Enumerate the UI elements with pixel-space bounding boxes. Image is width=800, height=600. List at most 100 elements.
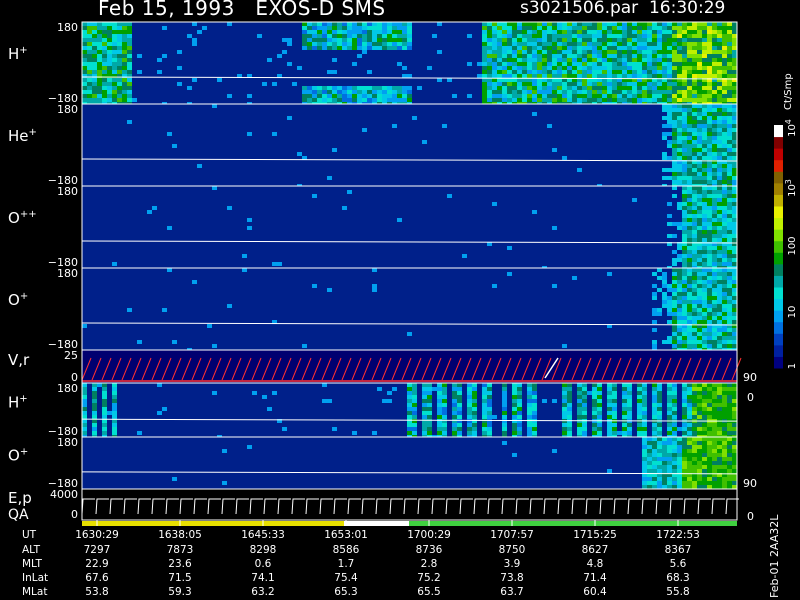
spectro-cell	[717, 128, 722, 132]
spectro-cell	[707, 431, 712, 435]
spectro-cell	[697, 70, 702, 74]
spectro-cell	[102, 90, 107, 94]
spectro-cell	[512, 395, 517, 399]
spectro-cell	[307, 34, 312, 38]
spectro-cell	[452, 411, 457, 415]
spectro-cell	[577, 82, 582, 86]
spectro-cell	[682, 272, 687, 276]
spectro-cell	[732, 234, 737, 238]
spectro-cell	[712, 441, 717, 445]
ephemeris-value: 75.2	[417, 572, 441, 584]
spectro-cell	[417, 86, 422, 90]
spectro-cell	[662, 124, 667, 128]
spectro-cell	[562, 54, 567, 58]
spectro-cell	[692, 415, 697, 419]
spectro-cell	[87, 50, 92, 54]
spectro-cell	[412, 431, 417, 435]
spectro-cell	[647, 445, 652, 449]
ephemeris-value: 1.7	[337, 558, 355, 570]
spectro-cell	[707, 308, 712, 312]
spectro-cell	[382, 86, 387, 90]
spectro-cell	[672, 469, 677, 473]
spectro-cell	[442, 387, 447, 391]
spectro-cell	[727, 74, 732, 78]
spectro-cell	[527, 26, 532, 30]
spectro-cell	[702, 152, 707, 156]
spectro-cell	[122, 46, 127, 50]
spectro-cell	[127, 62, 132, 66]
spectro-cell	[702, 262, 707, 266]
spectro-cell	[717, 316, 722, 320]
spectro-cell	[667, 104, 672, 108]
spectro-cell	[512, 50, 517, 54]
spectro-cell	[722, 54, 727, 58]
spectro-cell	[532, 62, 537, 66]
ephemeris-row-label: UT	[22, 529, 37, 541]
spectro-cell	[617, 42, 622, 46]
spectro-cell	[347, 86, 352, 90]
ephemeris-value: 65.5	[417, 586, 441, 598]
spectro-cell	[697, 258, 702, 262]
spectro-cell	[622, 22, 627, 26]
spectro-cell	[697, 202, 702, 206]
spectro-cell	[597, 42, 602, 46]
spectro-cell	[622, 391, 627, 395]
spectro-cell	[497, 66, 502, 70]
spectro-cell	[727, 415, 732, 419]
spectro-cell	[667, 457, 672, 461]
spectro-cell	[657, 407, 662, 411]
spectro-cell	[507, 30, 512, 34]
spectro-cell	[412, 419, 417, 423]
spectro-cell	[632, 82, 637, 86]
spectro-cell	[667, 202, 672, 206]
spectro-cell	[677, 328, 682, 332]
spectro-cell	[672, 50, 677, 54]
spectro-cell	[692, 70, 697, 74]
spectro-cell	[407, 74, 412, 78]
spectro-cell	[702, 120, 707, 124]
spectro-cell	[707, 481, 712, 485]
spectro-cell	[367, 46, 372, 50]
spectro-cell	[642, 445, 647, 449]
spectro-cell	[607, 90, 612, 94]
spectro-cell	[372, 98, 377, 102]
spectro-cell	[722, 250, 727, 254]
spectro-cell	[727, 276, 732, 280]
spectro-cell	[702, 128, 707, 132]
spectro-cell	[572, 30, 577, 34]
spectro-cell	[562, 407, 567, 411]
spectro-cell	[647, 66, 652, 70]
spectro-cell	[117, 66, 122, 70]
spectro-cell	[657, 38, 662, 42]
spectro-cell	[102, 82, 107, 86]
spectro-cell	[532, 427, 537, 431]
spectro-cell	[562, 42, 567, 46]
spectro-cell	[187, 34, 192, 38]
spectro-cell	[692, 206, 697, 210]
spectro-cell	[82, 407, 87, 411]
spectro-cell	[412, 116, 417, 120]
colorbar-swatch	[774, 298, 783, 311]
spectro-cell	[727, 441, 732, 445]
spectro-cell	[692, 276, 697, 280]
spectro-cell	[712, 90, 717, 94]
spectro-cell	[657, 50, 662, 54]
spectro-cell	[657, 276, 662, 280]
spectro-cell	[532, 66, 537, 70]
spectro-cell	[112, 411, 117, 415]
spectro-cell	[357, 34, 362, 38]
spectro-cell	[667, 30, 672, 34]
spectro-cell	[87, 46, 92, 50]
spectro-cell	[707, 276, 712, 280]
spectro-cell	[537, 70, 542, 74]
spectro-cell	[387, 46, 392, 50]
spectro-cell	[452, 383, 457, 387]
spectro-cell	[547, 62, 552, 66]
spectro-cell	[717, 427, 722, 431]
spectro-cell	[717, 136, 722, 140]
spectro-cell	[717, 262, 722, 266]
spectro-cell	[697, 437, 702, 441]
spectro-cell	[632, 86, 637, 90]
spectro-cell	[697, 427, 702, 431]
spectro-cell	[627, 403, 632, 407]
